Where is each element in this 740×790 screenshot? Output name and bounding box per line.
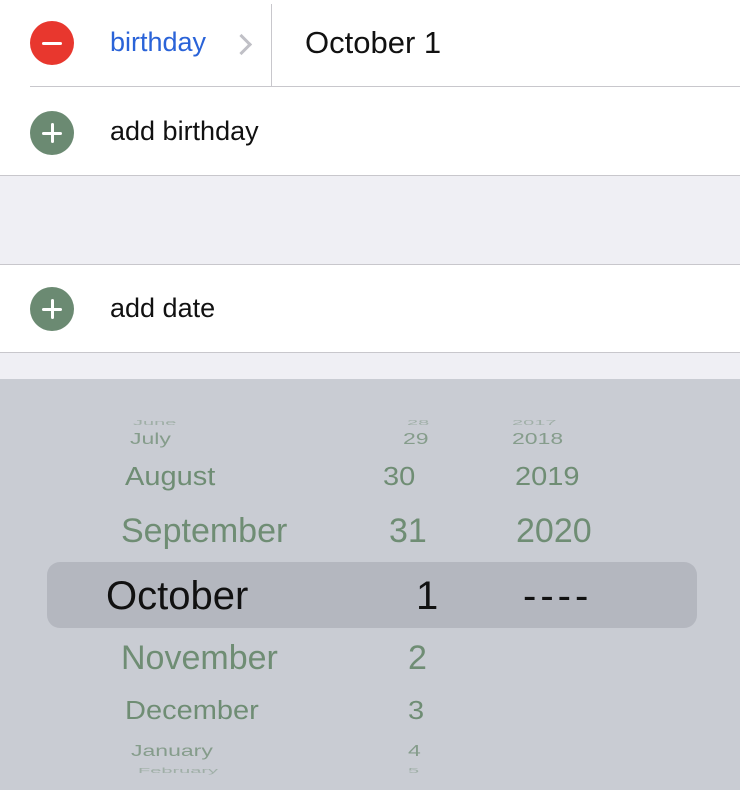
birthday-label-button[interactable]: birthday [110, 27, 206, 58]
picker-day[interactable]: 28 [407, 420, 429, 427]
picker-day[interactable]: 2 [408, 641, 427, 675]
picker-month-selected[interactable]: October [106, 576, 248, 616]
add-birthday-row[interactable]: add birthday [0, 87, 740, 175]
add-date-label: add date [110, 293, 216, 323]
add-birthday-label: add birthday [110, 116, 259, 146]
chevron-right-icon [230, 33, 253, 56]
picker-year-selected[interactable]: ---- [523, 576, 592, 616]
picker-day[interactable]: 4 [408, 742, 421, 758]
picker-month[interactable]: February [138, 768, 218, 775]
section-gap [0, 176, 740, 264]
picker-day[interactable]: 30 [383, 464, 415, 491]
add-date-row[interactable]: add date [0, 265, 740, 352]
section-gap [0, 353, 740, 379]
vertical-divider [271, 4, 272, 86]
picker-day[interactable]: 29 [403, 430, 429, 446]
minus-icon [42, 41, 62, 45]
picker-year[interactable]: 2019 [515, 464, 580, 491]
delete-birthday-button[interactable] [30, 21, 74, 65]
picker-month[interactable]: January [131, 742, 213, 758]
year-wheel[interactable]: 2017 2018 2019 2020 ---- [470, 379, 700, 790]
day-wheel[interactable]: 28 29 30 31 1 2 3 4 5 [360, 379, 470, 790]
picker-month[interactable]: December [125, 698, 259, 725]
picker-month[interactable]: September [121, 514, 287, 548]
picker-day[interactable]: 5 [408, 768, 419, 775]
birthday-row: birthday October 1 [0, 0, 740, 86]
picker-month[interactable]: June [133, 420, 176, 427]
picker-year[interactable]: 2020 [516, 514, 592, 548]
picker-year[interactable]: 2018 [512, 430, 563, 446]
picker-month[interactable]: July [130, 430, 171, 446]
add-birthday-button[interactable] [30, 111, 74, 155]
date-picker[interactable]: June July August September October Novem… [0, 379, 740, 790]
picker-month[interactable]: August [125, 464, 215, 491]
month-wheel[interactable]: June July August September October Novem… [0, 379, 360, 790]
picker-year[interactable]: 2017 [512, 420, 557, 427]
birthday-value-field[interactable]: October 1 [305, 25, 441, 61]
picker-day[interactable]: 31 [389, 514, 427, 548]
picker-month[interactable]: November [121, 641, 278, 675]
add-date-button[interactable] [30, 287, 74, 331]
picker-day-selected[interactable]: 1 [416, 576, 438, 616]
picker-day[interactable]: 3 [408, 698, 424, 725]
